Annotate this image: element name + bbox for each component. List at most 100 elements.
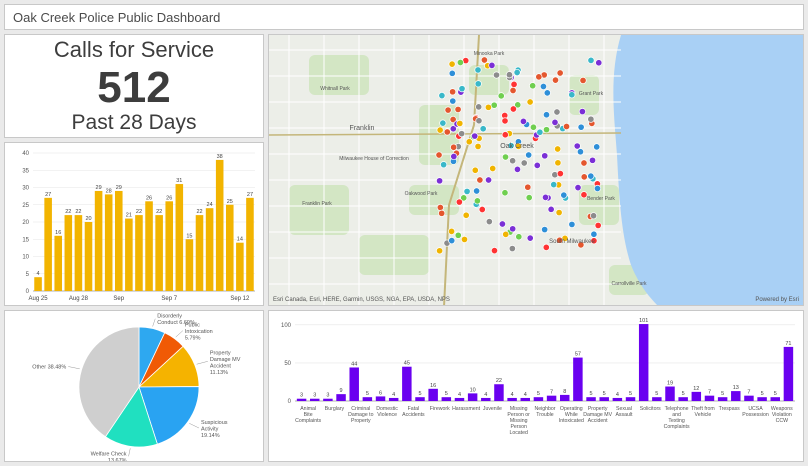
incident-marker[interactable]	[479, 125, 487, 133]
incident-marker[interactable]	[568, 91, 576, 99]
incident-marker[interactable]	[454, 105, 462, 113]
incident-marker[interactable]	[541, 152, 549, 160]
incident-marker[interactable]	[541, 226, 549, 234]
bar[interactable]	[678, 397, 688, 401]
incident-marker[interactable]	[550, 181, 558, 189]
incident-marker[interactable]	[505, 71, 513, 79]
bar[interactable]	[84, 222, 93, 291]
incident-marker[interactable]	[525, 151, 533, 159]
incident-marker[interactable]	[580, 173, 588, 181]
incident-marker[interactable]	[476, 176, 484, 184]
bar[interactable]	[165, 201, 174, 291]
bar[interactable]	[94, 190, 103, 291]
incident-marker[interactable]	[533, 161, 541, 169]
bar[interactable]	[533, 397, 544, 401]
incident-marker[interactable]	[574, 184, 582, 192]
bar[interactable]	[638, 324, 649, 401]
incident-marker[interactable]	[463, 187, 471, 195]
incident-marker[interactable]	[488, 61, 496, 69]
incident-marker[interactable]	[502, 230, 510, 238]
incident-marker[interactable]	[520, 159, 528, 167]
incident-marker[interactable]	[595, 59, 603, 67]
incident-marker[interactable]	[554, 159, 562, 167]
incident-marker[interactable]	[501, 189, 509, 197]
incident-marker[interactable]	[513, 165, 522, 173]
incident-marker[interactable]	[474, 80, 482, 88]
incident-marker[interactable]	[536, 128, 544, 136]
incident-marker[interactable]	[542, 111, 551, 119]
incident-marker[interactable]	[594, 221, 602, 229]
incident-marker[interactable]	[474, 142, 482, 150]
bar[interactable]	[205, 208, 214, 291]
incident-marker[interactable]	[524, 183, 532, 191]
call-type-bar-chart[interactable]: 0 50 100 3 3 3 9 44 5 6 4 45 5 16 5 4 10 4 22 4 4 5 7 8 57 5 5 4 5 10…	[268, 310, 804, 462]
bar[interactable]	[520, 397, 530, 401]
incident-marker[interactable]	[508, 245, 516, 253]
incident-marker[interactable]	[458, 85, 466, 93]
bar[interactable]	[185, 239, 194, 291]
incident-marker[interactable]	[568, 220, 576, 228]
bar[interactable]	[44, 197, 52, 291]
bar[interactable]	[155, 215, 163, 291]
incident-marker[interactable]	[529, 82, 537, 90]
incident-marker[interactable]	[448, 237, 456, 245]
incident-marker[interactable]	[580, 159, 588, 167]
bar[interactable]	[783, 346, 794, 401]
incident-marker[interactable]	[474, 66, 482, 74]
incident-marker[interactable]	[547, 205, 555, 213]
incident-marker[interactable]	[573, 142, 581, 150]
incident-marker[interactable]	[593, 184, 602, 193]
incident-marker[interactable]	[560, 191, 568, 199]
bar[interactable]	[195, 215, 204, 291]
incident-marker[interactable]	[562, 122, 571, 131]
incident-marker[interactable]	[579, 76, 587, 84]
incident-marker[interactable]	[576, 148, 585, 156]
bar[interactable]	[652, 397, 662, 401]
bar[interactable]	[573, 357, 583, 401]
bar[interactable]	[349, 367, 359, 401]
incident-marker[interactable]	[555, 209, 563, 217]
bar[interactable]	[145, 201, 153, 291]
bar[interactable]	[586, 397, 596, 401]
incident-marker[interactable]	[501, 153, 510, 161]
bar[interactable]	[296, 398, 307, 401]
bar[interactable]	[560, 394, 570, 401]
incident-marker[interactable]	[492, 71, 501, 79]
incident-marker[interactable]	[456, 119, 464, 127]
incident-marker[interactable]	[587, 115, 595, 123]
bar[interactable]	[415, 397, 425, 401]
incident-marker[interactable]	[535, 73, 543, 81]
incident-marker[interactable]	[590, 230, 598, 238]
bar[interactable]	[104, 194, 113, 291]
incident-marker[interactable]	[515, 233, 523, 241]
incident-marker[interactable]	[436, 177, 444, 185]
bar[interactable]	[402, 366, 412, 401]
incident-marker[interactable]	[480, 56, 488, 64]
incident-marker[interactable]	[526, 234, 534, 242]
incident-marker[interactable]	[462, 211, 470, 219]
incident-marker[interactable]	[554, 145, 562, 153]
incident-marker[interactable]	[509, 86, 517, 95]
incident-marker[interactable]	[443, 128, 451, 136]
incident-marker[interactable]	[526, 98, 534, 106]
bar[interactable]	[114, 190, 123, 291]
incident-marker[interactable]	[439, 119, 447, 127]
incident-marker[interactable]	[529, 123, 537, 131]
incident-marker[interactable]	[497, 92, 505, 100]
incident-marker[interactable]	[438, 92, 446, 100]
incident-marker[interactable]	[509, 105, 517, 113]
bar[interactable]	[757, 397, 767, 401]
incident-marker[interactable]	[542, 243, 550, 251]
incident-marker[interactable]	[551, 118, 559, 126]
incident-marker[interactable]	[436, 203, 444, 212]
incident-marker[interactable]	[436, 126, 444, 134]
map-canvas[interactable]: Franklin Oak Creek South Milwaukee Minooka …	[269, 35, 804, 306]
incident-marker[interactable]	[539, 82, 548, 91]
incident-marker[interactable]	[455, 198, 463, 206]
incident-marker[interactable]	[525, 194, 533, 202]
incident-marker[interactable]	[473, 187, 481, 195]
incident-marker[interactable]	[588, 156, 597, 164]
incident-marker[interactable]	[438, 209, 446, 217]
bar[interactable]	[388, 397, 399, 401]
incident-marker[interactable]	[556, 69, 564, 77]
